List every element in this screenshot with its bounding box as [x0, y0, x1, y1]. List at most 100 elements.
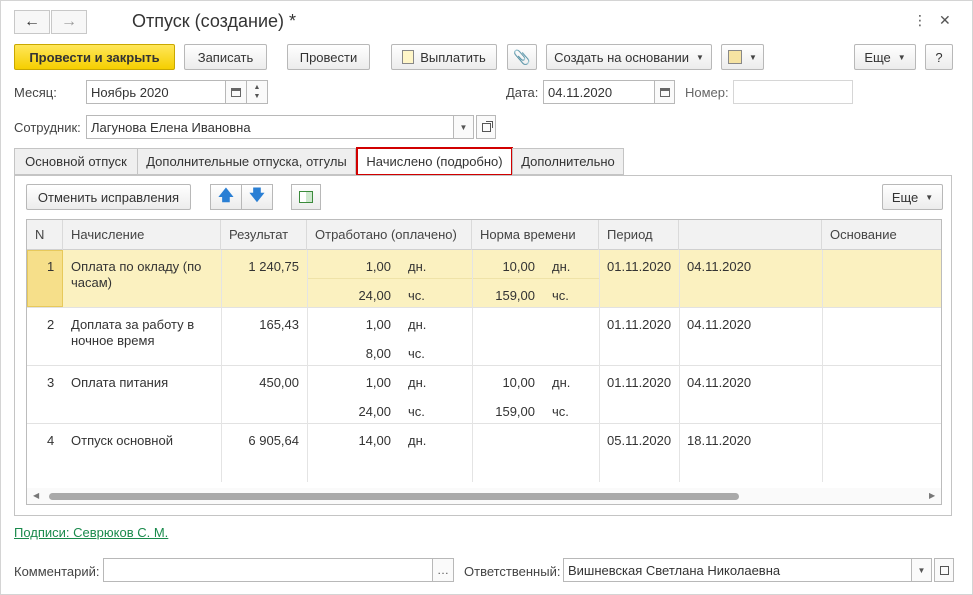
employee-label: Сотрудник: [14, 120, 81, 135]
move-up-button[interactable]: 🡅 [210, 184, 242, 210]
norm-hours-unit: чс. [552, 404, 569, 419]
tab-accrued-detailed[interactable]: Начислено (подробно) [356, 147, 513, 176]
move-down-button[interactable]: 🡇 [241, 184, 273, 210]
date-field[interactable]: 04.11.2020 [543, 80, 655, 104]
cancel-corrections-button[interactable]: Отменить исправления [26, 184, 191, 210]
col-period[interactable]: Период [599, 220, 679, 250]
scroll-right-icon[interactable]: ▶ [929, 491, 935, 500]
worked-days-unit: дн. [408, 317, 427, 332]
calendar-button[interactable] [225, 80, 247, 104]
row-number: 4 [47, 433, 55, 448]
print-menu-button[interactable]: ▼ [721, 44, 764, 70]
period-end: 18.11.2020 [687, 433, 752, 448]
employee-dropdown-button[interactable]: ▼ [453, 115, 474, 139]
worked-days-unit: дн. [408, 259, 427, 274]
responsible-label: Ответственный: [464, 564, 561, 579]
create-based-on-button[interactable]: Создать на основании ▼ [546, 44, 712, 70]
help-button[interactable]: ? [925, 44, 953, 70]
save-button[interactable]: Записать [184, 44, 267, 70]
responsible-field[interactable]: Вишневская Светлана Николаевна [563, 558, 912, 582]
row-number-cell [27, 250, 63, 307]
col-result[interactable]: Результат [221, 220, 307, 250]
panel-more-label: Еще [891, 189, 919, 205]
table-add-icon [299, 191, 313, 203]
table-row[interactable]: 1 Оплата по окладу (по часам) 1 240,75 1… [27, 250, 941, 308]
worked-days: 1,00 [365, 259, 391, 274]
tab-additional-leaves[interactable]: Дополнительные отпуска, отгулы [137, 148, 356, 175]
chevron-up-icon[interactable]: ▲ [254, 83, 261, 92]
back-button[interactable]: ← [14, 10, 50, 34]
comment-expand-button[interactable]: … [432, 558, 454, 582]
worked-hours: 24,00 [358, 288, 391, 303]
column-divider [679, 250, 680, 482]
document-window: ← → Отпуск (создание) * ⋮ ✕ Провести и з… [0, 0, 973, 595]
col-worked[interactable]: Отработано (оплачено) [307, 220, 472, 250]
norm-hours: 159,00 [495, 404, 535, 419]
arrow-down-icon: 🡇 [249, 186, 265, 204]
chevron-down-icon: ▼ [917, 565, 926, 575]
result-value: 450,00 [259, 375, 299, 390]
date-calendar-button[interactable] [654, 80, 675, 104]
month-stepper[interactable]: ▲ ▼ [246, 80, 268, 104]
signatures-link[interactable]: Подписи: Севрюков С. М. [14, 525, 168, 540]
more-button[interactable]: Еще ▼ [854, 44, 916, 70]
employee-open-button[interactable] [476, 115, 496, 139]
scrollbar-thumb[interactable] [49, 493, 739, 500]
chevron-down-icon: ▼ [925, 192, 934, 202]
month-field[interactable]: Ноябрь 2020 [86, 80, 226, 104]
create-based-on-label: Создать на основании [554, 49, 689, 65]
add-table-button[interactable] [291, 184, 321, 210]
col-basis[interactable]: Основание [822, 220, 941, 250]
accrual-name: Доплата за работу в ночное время [71, 317, 195, 348]
worked-hours: 8,00 [365, 346, 391, 361]
row-number: 1 [47, 259, 55, 274]
table-row[interactable]: 2 Доплата за работу в ночное время 165,4… [27, 308, 941, 366]
norm-days-unit: дн. [552, 259, 571, 274]
worked-days: 14,00 [358, 433, 391, 448]
accrual-name: Оплата питания [71, 375, 169, 390]
attach-button[interactable]: 📎 [507, 44, 537, 70]
column-divider [472, 250, 473, 482]
employee-field[interactable]: Лагунова Елена Ивановна [86, 115, 454, 139]
comment-label: Комментарий: [14, 564, 100, 579]
responsible-open-button[interactable] [934, 558, 954, 582]
chevron-down-icon: ▼ [459, 122, 468, 132]
responsible-dropdown-button[interactable]: ▼ [911, 558, 932, 582]
norm-days: 10,00 [502, 259, 535, 274]
accrual-name: Отпуск основной [71, 433, 173, 448]
col-period-end[interactable] [679, 220, 822, 250]
close-icon[interactable]: ✕ [939, 12, 951, 29]
horizontal-scrollbar[interactable]: ◀ ▶ [27, 488, 941, 504]
scroll-left-icon[interactable]: ◀ [33, 491, 39, 500]
print-icon [728, 50, 743, 64]
number-field[interactable] [733, 80, 853, 104]
arrow-right-icon: → [61, 13, 77, 30]
tab-main-leave[interactable]: Основной отпуск [14, 148, 138, 175]
post-and-close-button[interactable]: Провести и закрыть [14, 44, 175, 70]
tab-additional[interactable]: Дополнительно [512, 148, 624, 175]
date-label: Дата: [506, 85, 539, 100]
worked-days-unit: дн. [408, 375, 427, 390]
worked-hours: 24,00 [358, 404, 391, 419]
document-icon [402, 50, 415, 64]
panel-more-button[interactable]: Еще ▼ [882, 184, 943, 210]
col-accrual[interactable]: Начисление [63, 220, 221, 250]
chevron-down-icon[interactable]: ▼ [254, 92, 261, 101]
column-divider [221, 250, 222, 482]
result-value: 6 905,64 [248, 433, 299, 448]
table-row[interactable]: 3 Оплата питания 450,00 1,00 дн. 24,00 ч… [27, 366, 941, 424]
more-vertical-icon[interactable]: ⋮ [913, 12, 927, 29]
result-value: 1 240,75 [248, 259, 299, 274]
accruals-table[interactable]: N Начисление Результат Отработано (оплач… [26, 219, 942, 505]
col-n[interactable]: N [27, 220, 63, 250]
post-button[interactable]: Провести [287, 44, 370, 70]
period-end: 04.11.2020 [687, 375, 752, 390]
forward-button[interactable]: → [51, 10, 87, 34]
worked-days: 1,00 [365, 375, 391, 390]
open-window-icon [939, 565, 949, 575]
table-row[interactable]: 4 Отпуск основной 6 905,64 14,00 дн. 05.… [27, 424, 941, 482]
col-norm[interactable]: Норма времени [472, 220, 599, 250]
chevron-down-icon: ▼ [749, 52, 757, 62]
comment-field[interactable] [103, 558, 433, 582]
pay-button[interactable]: Выплатить [391, 44, 497, 70]
